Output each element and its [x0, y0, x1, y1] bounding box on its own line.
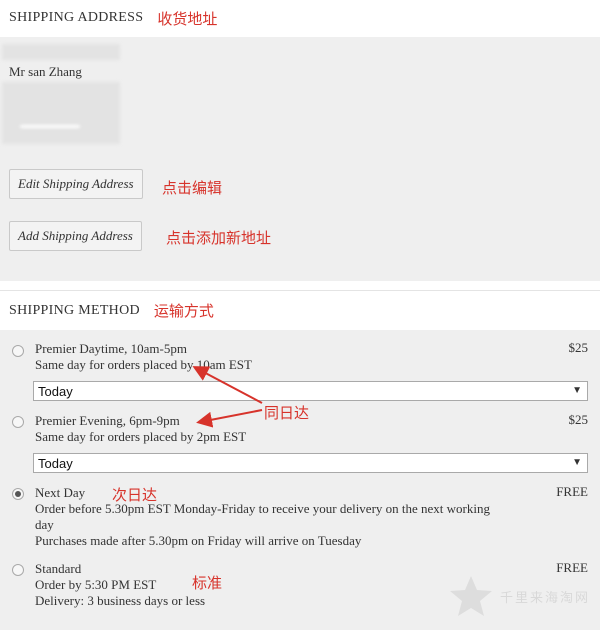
premier-evening-desc: Same day for orders placed by 2pm EST: [35, 429, 247, 444]
redacted-block: [20, 125, 80, 128]
premier-evening-price: $25: [568, 412, 589, 427]
standard-desc-line2: Delivery: 3 business days or less: [35, 593, 206, 608]
standard-name: Standard: [35, 561, 82, 576]
premier-evening-name: Premier Evening, 6pm-9pm: [35, 413, 180, 428]
redacted-block: [2, 44, 120, 60]
next-day-desc-line1: Order before 5.30pm EST Monday-Friday to…: [35, 501, 490, 516]
premier-daytime-price: $25: [568, 340, 589, 355]
shipping-method-header: SHIPPING METHOD 运输方式: [0, 290, 600, 330]
next-day-desc-line3: Purchases made after 5.30pm on Friday wi…: [35, 533, 362, 548]
next-day-radio[interactable]: [12, 488, 24, 500]
address-panel: Edit Shipping Address 点击编辑 Add Shipping …: [0, 37, 600, 281]
select-value: Today: [38, 383, 73, 399]
shipping-method-annotation: 运输方式: [153, 302, 214, 320]
standard-annotation: 标准: [192, 574, 223, 592]
premier-evening-radio[interactable]: [12, 416, 24, 428]
add-annotation: 点击添加新地址: [166, 229, 272, 247]
same-day-annotation: 同日达: [264, 404, 310, 422]
premier-daytime-name: Premier Daytime, 10am-5pm: [35, 341, 187, 356]
redacted-block: [2, 82, 120, 144]
shipping-address-annotation: 收货地址: [157, 9, 218, 28]
standard-desc-line1: Order by 5:30 PM EST: [35, 577, 157, 592]
next-day-price: FREE: [556, 484, 588, 499]
shipping-method-title: SHIPPING METHOD: [9, 302, 140, 318]
standard-radio[interactable]: [12, 564, 24, 576]
shipping-address-header: SHIPPING ADDRESS 收货地址: [0, 0, 600, 36]
select-value: Today: [38, 455, 73, 471]
watermark-text: 千里来海淘网: [499, 590, 590, 606]
premier-daytime-desc: Same day for orders placed by 10am EST: [35, 357, 252, 372]
next-day-desc-line2: day: [35, 517, 54, 532]
premier-daytime-radio[interactable]: [12, 345, 24, 357]
edit-annotation: 点击编辑: [162, 179, 223, 197]
chevron-down-icon: ▼: [572, 457, 582, 468]
edit-shipping-address-button[interactable]: Edit Shipping Address: [9, 169, 143, 199]
shipping-address-title: SHIPPING ADDRESS: [9, 10, 144, 25]
add-shipping-address-button[interactable]: Add Shipping Address: [9, 221, 142, 251]
chevron-down-icon: ▼: [572, 385, 582, 396]
recipient-name: Mr san Zhang: [9, 64, 82, 79]
premier-evening-date-select[interactable]: Today ▼: [33, 453, 588, 473]
watermark: 千里来海淘网: [448, 574, 590, 618]
star-icon: [449, 576, 492, 616]
premier-daytime-date-select[interactable]: Today ▼: [33, 381, 588, 401]
next-day-name: Next Day: [35, 485, 86, 500]
